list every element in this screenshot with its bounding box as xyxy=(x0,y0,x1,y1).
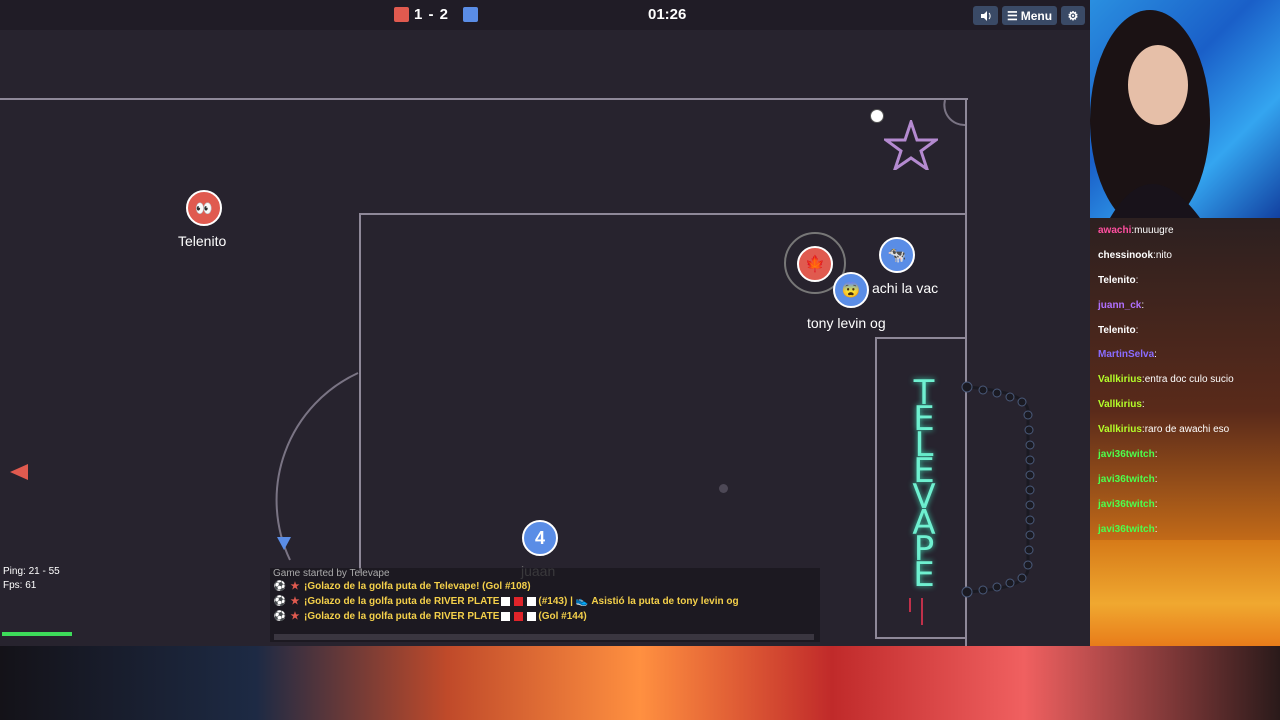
player-awachi: 🐄 xyxy=(879,237,915,273)
chat-username[interactable]: Vallkirius xyxy=(1098,374,1142,385)
chat-username[interactable]: Vallkirius xyxy=(1098,424,1142,435)
shoe-icon: 👟 xyxy=(575,596,589,607)
chat-username[interactable]: javi36twitch xyxy=(1098,499,1155,510)
televape-field-logo: T E L E V A P E xyxy=(912,373,936,595)
chat-message: juann_ck : xyxy=(1098,299,1145,311)
ball xyxy=(719,484,728,493)
blue-offscreen-arrow-icon xyxy=(277,537,291,550)
chat-message: MartinSelva : xyxy=(1098,349,1157,361)
system-message: Game started by Televape xyxy=(273,568,390,579)
soccer-ball-icon: ⚽ xyxy=(273,596,287,607)
chat-username[interactable]: Telenito xyxy=(1098,325,1136,336)
chat-message: Vallkirius : raro de awachi eso xyxy=(1098,424,1230,436)
player-red-leaf: 🍁 xyxy=(797,246,833,282)
soccer-ball-icon: ⚽ xyxy=(273,581,287,592)
chat-input[interactable] xyxy=(274,634,814,640)
chat-message: javi36twitch : xyxy=(1098,473,1158,485)
player-name: tony levin og xyxy=(807,315,886,331)
chat-message: javi36twitch : xyxy=(1098,498,1158,510)
chat-text: nito xyxy=(1155,249,1172,261)
soccer-ball-icon: ⚽ xyxy=(273,611,287,622)
streamer-silhouette xyxy=(1090,10,1210,218)
chat-message: awachi : muuugre xyxy=(1098,224,1174,236)
player-number: 4 xyxy=(534,527,545,548)
player-juaan: 4 xyxy=(522,520,558,556)
fps-text: Fps: 61 xyxy=(3,580,37,591)
chat-message: javi36twitch : xyxy=(1098,523,1158,535)
star-icon: ★ xyxy=(290,611,300,622)
goal-message: ⚽ ★ ¡Golazo de la golfa puta de RIVER PL… xyxy=(273,611,587,622)
star-icon: ★ xyxy=(290,581,300,592)
chat-text: raro de awachi eso xyxy=(1144,424,1230,436)
pentagram-icon xyxy=(884,120,938,170)
chat-message: javi36twitch : xyxy=(1098,448,1158,460)
chat-username[interactable]: javi36twitch xyxy=(1098,449,1155,460)
background-art xyxy=(1090,540,1280,646)
chat-message: Telenito : xyxy=(1098,274,1139,286)
eyes-icon: 👀 xyxy=(195,199,213,216)
player-telenito: 👀 xyxy=(186,190,222,226)
chat-text: entra doc culo sucio xyxy=(1144,374,1234,386)
network-stats: Ping: 21 - 55 Fps: 61 xyxy=(3,565,60,593)
bottom-background-art xyxy=(0,646,1280,720)
player-name: achi la vac xyxy=(872,280,939,296)
chat-username[interactable]: awachi xyxy=(1098,225,1131,236)
chat-username[interactable]: javi36twitch xyxy=(1098,474,1155,485)
game-canvas[interactable]: 1 - 2 01:26 ☰ Menu ⚙ 👀 Telenito 🍁 🐄 😨 ac… xyxy=(0,0,1090,646)
goal-message: ⚽ ★ ¡Golazo de la golfa puta de RIVER PL… xyxy=(273,596,739,607)
fps-graph xyxy=(2,632,72,636)
ping-text: Ping: 21 - 55 xyxy=(3,566,60,577)
webcam-overlay xyxy=(1090,0,1280,218)
cow-icon: 🐄 xyxy=(887,247,907,264)
chat-username[interactable]: Vallkirius xyxy=(1098,399,1142,410)
chat-message: Telenito : xyxy=(1098,324,1139,336)
chat-username[interactable]: javi36twitch xyxy=(1098,524,1155,535)
face-icon: 😨 xyxy=(841,282,861,299)
stream-chat: awachi : muuugre chessinook : nito Telenit… xyxy=(1090,218,1280,540)
chat-username[interactable]: Telenito xyxy=(1098,275,1136,286)
star-icon: ★ xyxy=(290,596,300,607)
player-name: Telenito xyxy=(178,233,227,249)
goal-post xyxy=(870,109,884,123)
goal-message: ⚽ ★ ¡Golazo de la golfa puta de Televape… xyxy=(273,581,531,592)
chat-username[interactable]: MartinSelva xyxy=(1098,349,1154,360)
maple-leaf-icon: 🍁 xyxy=(805,256,825,273)
player-tony: 😨 xyxy=(833,272,869,308)
chat-username[interactable]: chessinook xyxy=(1098,250,1153,261)
chat-text: muuugre xyxy=(1134,224,1174,236)
chat-message: Vallkirius : entra doc culo sucio xyxy=(1098,374,1234,386)
chat-message: Vallkirius : xyxy=(1098,399,1145,411)
red-offscreen-arrow-icon xyxy=(10,464,28,480)
chat-username[interactable]: juann_ck xyxy=(1098,300,1141,311)
game-chat-log: Game started by Televape ⚽ ★ ¡Golazo de … xyxy=(270,568,820,642)
chat-message: chessinook : nito xyxy=(1098,249,1172,261)
